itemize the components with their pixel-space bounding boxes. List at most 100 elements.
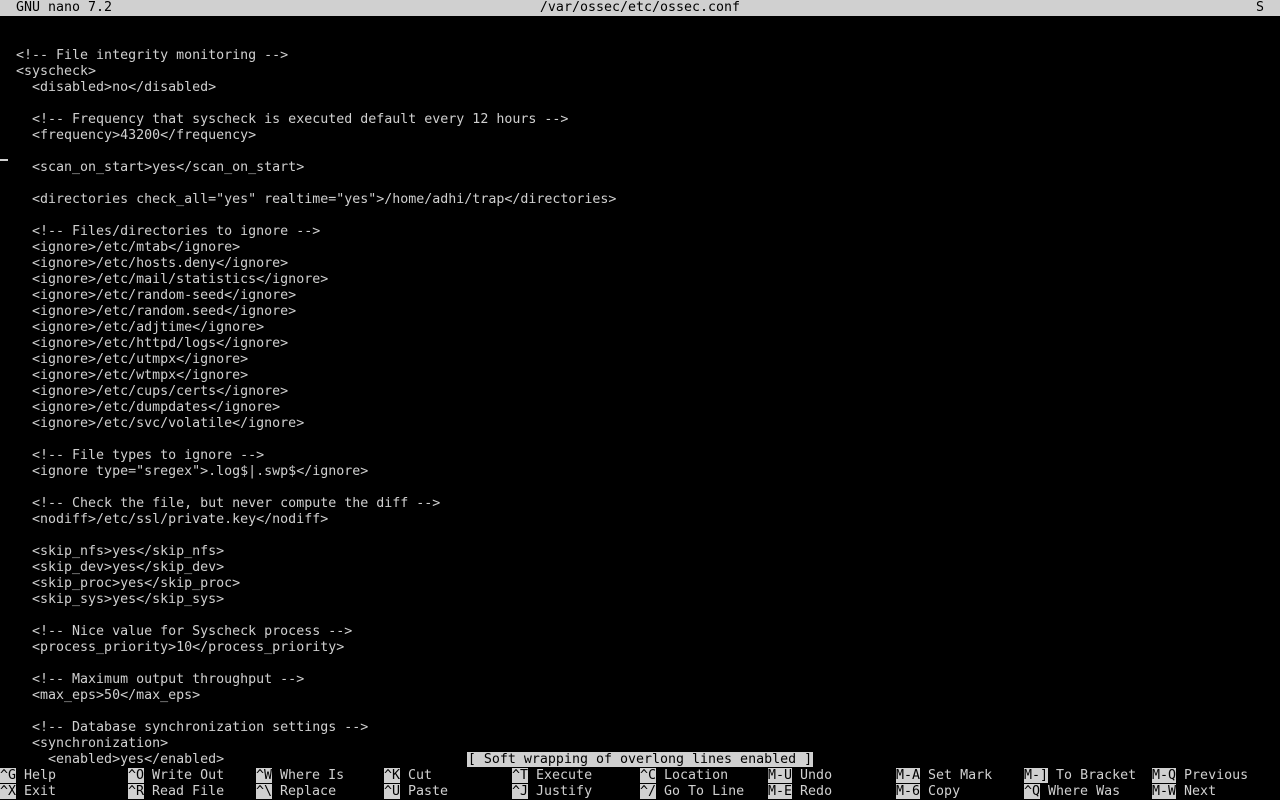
- editor-line[interactable]: <!-- Check the file, but never compute t…: [0, 496, 1280, 512]
- editor-line[interactable]: <ignore>/etc/httpd/logs</ignore>: [0, 336, 1280, 352]
- shortcut-label: Paste: [408, 784, 449, 799]
- shortcut-label: Where Was: [1048, 784, 1121, 799]
- editor-line[interactable]: <ignore>/etc/svc/volatile</ignore>: [0, 416, 1280, 432]
- shortcut-next[interactable]: M-W Next: [1152, 784, 1216, 800]
- shortcut-help[interactable]: ^G Help: [0, 768, 56, 784]
- shortcut-label: Exit: [24, 784, 57, 799]
- editor-line[interactable]: <ignore>/etc/random-seed</ignore>: [0, 288, 1280, 304]
- shortcut-to-bracket[interactable]: M-] To Bracket: [1024, 768, 1136, 784]
- editor-line[interactable]: [0, 432, 1280, 448]
- editor-line[interactable]: <!-- Database synchronization settings -…: [0, 720, 1280, 736]
- editor-line[interactable]: <!-- Files/directories to ignore -->: [0, 224, 1280, 240]
- editor-line[interactable]: [0, 96, 1280, 112]
- editor-line[interactable]: [0, 208, 1280, 224]
- shortcut-replace[interactable]: ^\ Replace: [256, 784, 336, 800]
- shortcut-label: Where Is: [280, 768, 345, 783]
- shortcut-label: Read File: [152, 784, 225, 799]
- shortcut-label: Go To Line: [664, 784, 745, 799]
- shortcut-label: Next: [1184, 784, 1217, 799]
- editor-line[interactable]: [0, 176, 1280, 192]
- editor-line[interactable]: <skip_sys>yes</skip_sys>: [0, 592, 1280, 608]
- editor-line[interactable]: <skip_nfs>yes</skip_nfs>: [0, 544, 1280, 560]
- shortcut-previous[interactable]: M-Q Previous: [1152, 768, 1248, 784]
- shortcut-key: ^O: [128, 768, 145, 783]
- editor-line[interactable]: <skip_proc>yes</skip_proc>: [0, 576, 1280, 592]
- editor-line[interactable]: <scan_on_start>yes</scan_on_start>: [0, 160, 1280, 176]
- editor-line[interactable]: <ignore>/etc/mail/statistics</ignore>: [0, 272, 1280, 288]
- shortcut-key: ^C: [640, 768, 657, 783]
- shortcut-label: Help: [24, 768, 57, 783]
- shortcut-key: ^Q: [1024, 784, 1041, 799]
- editor-text-area[interactable]: <!-- File integrity monitoring --> <sysch…: [0, 32, 1280, 767]
- shortcut-label: Previous: [1184, 768, 1249, 783]
- editor-line[interactable]: <ignore>/etc/mtab</ignore>: [0, 240, 1280, 256]
- shortcut-key: ^K: [384, 768, 401, 783]
- editor-line[interactable]: [0, 144, 1280, 160]
- editor-line[interactable]: <ignore>/etc/adjtime</ignore>: [0, 320, 1280, 336]
- shortcut-justify[interactable]: ^J Justify: [512, 784, 592, 800]
- shortcut-key: M-]: [1024, 768, 1049, 783]
- shortcut-key: M-Q: [1152, 768, 1177, 783]
- shortcut-undo[interactable]: M-U Undo: [768, 768, 832, 784]
- shortcut-read-file[interactable]: ^R Read File: [128, 784, 224, 800]
- shortcut-paste[interactable]: ^U Paste: [384, 784, 448, 800]
- editor-line[interactable]: [0, 704, 1280, 720]
- editor-line[interactable]: <!-- File types to ignore -->: [0, 448, 1280, 464]
- shortcut-label: Undo: [800, 768, 833, 783]
- shortcut-execute[interactable]: ^T Execute: [512, 768, 592, 784]
- editor-line[interactable]: <process_priority>10</process_priority>: [0, 640, 1280, 656]
- editor-line[interactable]: <!-- File integrity monitoring -->: [0, 48, 1280, 64]
- editor-line[interactable]: <ignore>/etc/random.seed</ignore>: [0, 304, 1280, 320]
- editor-line[interactable]: <directories check_all="yes" realtime="y…: [0, 192, 1280, 208]
- shortcut-redo[interactable]: M-E Redo: [768, 784, 832, 800]
- editor-line[interactable]: <syscheck>: [0, 64, 1280, 80]
- shortcut-key: M-6: [896, 784, 921, 799]
- editor-line[interactable]: <synchronization>: [0, 736, 1280, 752]
- shortcut-where-is[interactable]: ^W Where Is: [256, 768, 344, 784]
- editor-line[interactable]: <ignore>/etc/cups/certs</ignore>: [0, 384, 1280, 400]
- shortcut-key: ^T: [512, 768, 529, 783]
- shortcut-label: Replace: [280, 784, 337, 799]
- shortcut-write-out[interactable]: ^O Write Out: [128, 768, 224, 784]
- status-message: [ Soft wrapping of overlong lines enable…: [466, 752, 814, 767]
- shortcut-key: ^R: [128, 784, 145, 799]
- editor-line[interactable]: [0, 608, 1280, 624]
- shortcut-go-to-line[interactable]: ^/ Go To Line: [640, 784, 744, 800]
- editor-line[interactable]: [0, 528, 1280, 544]
- editor-line[interactable]: <!-- Frequency that syscheck is executed…: [0, 112, 1280, 128]
- shortcut-label: Location: [664, 768, 729, 783]
- shortcut-label: Cut: [408, 768, 433, 783]
- shortcut-label: Redo: [800, 784, 833, 799]
- shortcut-key: ^\: [256, 784, 273, 799]
- editor-line[interactable]: <ignore>/etc/dumpdates</ignore>: [0, 400, 1280, 416]
- shortcut-exit[interactable]: ^X Exit: [0, 784, 56, 800]
- editor-line[interactable]: [0, 656, 1280, 672]
- editor-line[interactable]: <ignore>/etc/hosts.deny</ignore>: [0, 256, 1280, 272]
- editor-line[interactable]: [0, 480, 1280, 496]
- editor-line[interactable]: <nodiff>/etc/ssl/private.key</nodiff>: [0, 512, 1280, 528]
- shortcut-label: Set Mark: [928, 768, 993, 783]
- editor-line[interactable]: <ignore>/etc/utmpx</ignore>: [0, 352, 1280, 368]
- shortcut-key: M-U: [768, 768, 793, 783]
- shortcut-key: ^J: [512, 784, 529, 799]
- shortcut-location[interactable]: ^C Location: [640, 768, 728, 784]
- editor-line[interactable]: <max_eps>50</max_eps>: [0, 688, 1280, 704]
- editor-line[interactable]: <skip_dev>yes</skip_dev>: [0, 560, 1280, 576]
- editor-line[interactable]: <!-- Maximum output throughput -->: [0, 672, 1280, 688]
- shortcut-key: ^X: [0, 784, 17, 799]
- editor-line[interactable]: <frequency>43200</frequency>: [0, 128, 1280, 144]
- shortcut-label: Write Out: [152, 768, 225, 783]
- shortcut-key: M-E: [768, 784, 793, 799]
- shortcut-copy[interactable]: M-6 Copy: [896, 784, 960, 800]
- editor-line[interactable]: <!-- Nice value for Syscheck process -->: [0, 624, 1280, 640]
- shortcut-key: ^/: [640, 784, 657, 799]
- status-message-bar: [ Soft wrapping of overlong lines enable…: [0, 752, 1280, 768]
- editor-line[interactable]: <ignore type="sregex">.log$|.swp$</ignor…: [0, 464, 1280, 480]
- editor-line[interactable]: <disabled>no</disabled>: [0, 80, 1280, 96]
- shortcut-label: Copy: [928, 784, 961, 799]
- shortcut-set-mark[interactable]: M-A Set Mark: [896, 768, 992, 784]
- shortcut-cut[interactable]: ^K Cut: [384, 768, 432, 784]
- editor-line[interactable]: <ignore>/etc/wtmpx</ignore>: [0, 368, 1280, 384]
- editor-line[interactable]: [0, 32, 1280, 48]
- shortcut-where-was[interactable]: ^Q Where Was: [1024, 784, 1120, 800]
